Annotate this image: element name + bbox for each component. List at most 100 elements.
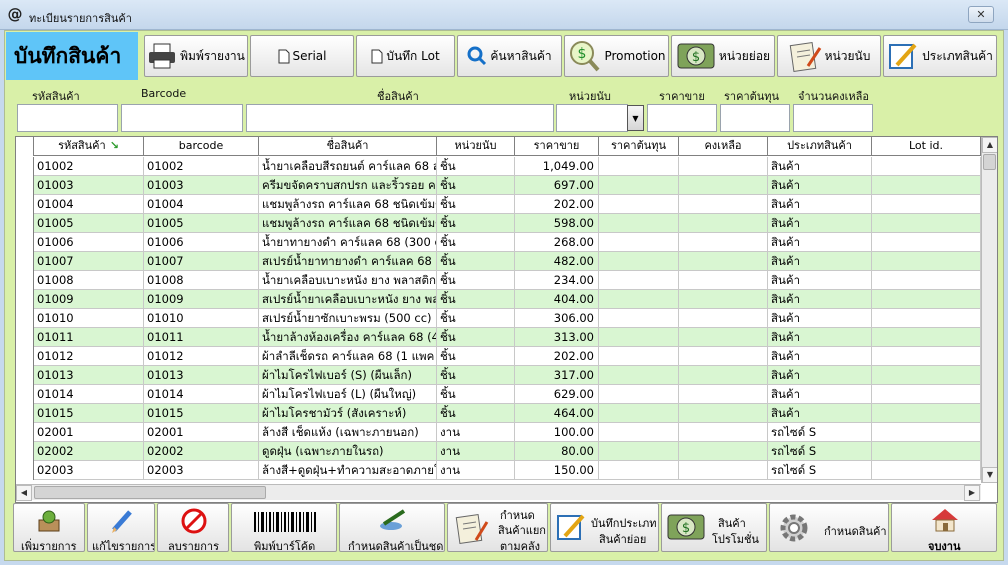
delete-icon bbox=[181, 508, 207, 534]
set-bundle-button[interactable]: กำหนดสินค้าเป็นชุด bbox=[339, 503, 445, 552]
row-selector[interactable] bbox=[16, 309, 34, 328]
table-row[interactable]: 01006 01006 น้ำยาทายางดำ คาร์แลค 68 (300 c… bbox=[16, 233, 981, 252]
row-selector[interactable] bbox=[16, 290, 34, 309]
edit-item-button[interactable]: แก้ไขรายการ bbox=[87, 503, 155, 552]
table-cell: ผ้าลำลีเช็ดรถ คาร์แลค 68 (1 แพค 6 ผื bbox=[259, 347, 437, 366]
row-selector[interactable] bbox=[16, 347, 34, 366]
table-cell: 234.00 bbox=[515, 271, 599, 290]
vertical-scrollbar[interactable]: ▲ ▼ bbox=[981, 137, 997, 483]
product-code-input[interactable] bbox=[17, 104, 118, 132]
table-row[interactable]: 01004 01004 แชมพูล้างรถ คาร์แลค 68 ชนิดเข้… bbox=[16, 195, 981, 214]
column-header[interactable]: รหัสสินค้า ↘ bbox=[34, 137, 144, 156]
table-row[interactable]: 01011 01011 น้ำยาล้างห้องเครื่อง คาร์แลค 6… bbox=[16, 328, 981, 347]
barcode-icon bbox=[254, 512, 316, 532]
table-row[interactable]: 02003 02003 ล้างสี+ดูดฝุ่น+ทำความสะอาดภายใ… bbox=[16, 461, 981, 480]
cost-price-input[interactable] bbox=[720, 104, 790, 132]
table-row[interactable]: 01007 01007 สเปรย์น้ำยาทายางดำ คาร์แลค 68 … bbox=[16, 252, 981, 271]
save-lot-button[interactable]: บันทึก Lot bbox=[356, 35, 455, 77]
remaining-qty-input[interactable] bbox=[793, 104, 873, 132]
column-header[interactable]: Lot id. bbox=[872, 137, 981, 156]
sub-unit-button[interactable]: $ หน่วยย่อย bbox=[671, 35, 775, 77]
svg-text:$: $ bbox=[682, 521, 690, 536]
unit-select[interactable] bbox=[556, 104, 628, 132]
scroll-down-icon[interactable]: ▼ bbox=[982, 467, 997, 483]
horizontal-scrollbar[interactable]: ◀ ▶ bbox=[16, 484, 981, 501]
column-header-label: หน่วยนับ bbox=[454, 139, 497, 152]
split-warehouse-button[interactable]: กำหนด สินค้าแยก ตามคลัง bbox=[447, 503, 548, 552]
column-header[interactable]: barcode bbox=[144, 137, 259, 156]
column-header[interactable]: ราคาต้นทุน bbox=[599, 137, 679, 156]
table-cell: สินค้า bbox=[768, 157, 872, 176]
product-type-button[interactable]: ประเภทสินค้า bbox=[883, 35, 997, 77]
table-row[interactable]: 01003 01003 ครีมขจัดคราบสกปรก และริ้วรอย ค… bbox=[16, 176, 981, 195]
serial-button[interactable]: Serial bbox=[250, 35, 354, 77]
table-cell: 01003 bbox=[144, 176, 259, 195]
configure-product-button[interactable]: กำหนดสินค้า bbox=[769, 503, 889, 552]
column-header[interactable]: ชื่อสินค้า bbox=[259, 137, 437, 156]
column-header[interactable]: คงเหลือ bbox=[679, 137, 768, 156]
promo-product-line2: โปรโมชั่น bbox=[712, 533, 759, 546]
print-barcode-button[interactable]: พิมพ์บาร์โค้ด bbox=[231, 503, 337, 552]
row-selector[interactable] bbox=[16, 461, 34, 480]
row-selector[interactable] bbox=[16, 404, 34, 423]
row-selector[interactable] bbox=[16, 252, 34, 271]
search-product-button[interactable]: ค้นหาสินค้า bbox=[457, 35, 562, 77]
table-row[interactable]: 01012 01012 ผ้าลำลีเช็ดรถ คาร์แลค 68 (1 แพ… bbox=[16, 347, 981, 366]
configure-product-label: กำหนดสินค้า bbox=[824, 525, 887, 538]
table-row[interactable]: 01009 01009 สเปรย์น้ำยาเคลือบเบาะหนัง ยาง … bbox=[16, 290, 981, 309]
column-header[interactable]: ราคาขาย bbox=[515, 137, 599, 156]
table-row[interactable]: 01002 01002 น้ำยาเคลือบสีรถยนต์ คาร์แลค 68… bbox=[16, 157, 981, 176]
count-unit-button[interactable]: หน่วยนับ bbox=[777, 35, 881, 77]
row-selector[interactable] bbox=[16, 176, 34, 195]
column-header-label: ประเภทสินค้า bbox=[787, 139, 852, 152]
promotion-button[interactable]: $ Promotion bbox=[564, 35, 669, 77]
finish-button[interactable]: จบงาน bbox=[891, 503, 997, 552]
row-selector[interactable] bbox=[16, 366, 34, 385]
home-icon bbox=[932, 509, 958, 532]
row-selector[interactable] bbox=[16, 328, 34, 347]
product-name-input[interactable] bbox=[246, 104, 554, 132]
row-selector[interactable] bbox=[16, 271, 34, 290]
table-cell bbox=[679, 271, 768, 290]
close-window-button[interactable]: ✕ bbox=[968, 6, 994, 23]
horizontal-scroll-thumb[interactable] bbox=[34, 486, 266, 499]
barcode-input[interactable] bbox=[121, 104, 243, 132]
scroll-right-icon[interactable]: ▶ bbox=[964, 485, 980, 501]
table-row[interactable]: 01014 01014 ผ้าไมโครไฟเบอร์ (L) (ผืนใหญ่) ช… bbox=[16, 385, 981, 404]
table-cell: 02001 bbox=[144, 423, 259, 442]
table-cell bbox=[872, 347, 981, 366]
delete-item-button[interactable]: ลบรายการ bbox=[157, 503, 229, 552]
table-row[interactable]: 02001 02001 ล้างสี เช็ดแห้ง (เฉพาะภายนอก) ง… bbox=[16, 423, 981, 442]
row-selector[interactable] bbox=[16, 385, 34, 404]
scroll-left-icon[interactable]: ◀ bbox=[16, 485, 32, 501]
row-selector[interactable] bbox=[16, 195, 34, 214]
sell-price-input[interactable] bbox=[647, 104, 717, 132]
table-cell: สินค้า bbox=[768, 366, 872, 385]
unit-dropdown-button[interactable]: ▼ bbox=[627, 105, 644, 131]
column-header[interactable]: ประเภทสินค้า bbox=[768, 137, 872, 156]
table-cell: สินค้า bbox=[768, 328, 872, 347]
column-header[interactable]: หน่วยนับ bbox=[437, 137, 515, 156]
scroll-up-icon[interactable]: ▲ bbox=[982, 137, 997, 153]
table-row[interactable]: 02002 02002 ดูดฝุ่น (เฉพาะภายในรถ) งาน 80.00… bbox=[16, 442, 981, 461]
table-cell bbox=[679, 214, 768, 233]
row-selector[interactable] bbox=[16, 157, 34, 176]
table-cell bbox=[599, 347, 679, 366]
table-row[interactable]: 01005 01005 แชมพูล้างรถ คาร์แลค 68 ชนิดเข้… bbox=[16, 214, 981, 233]
table-row[interactable]: 01013 01013 ผ้าไมโครไฟเบอร์ (S) (ผืนเล็ก) ช… bbox=[16, 366, 981, 385]
row-selector[interactable] bbox=[16, 214, 34, 233]
print-report-button[interactable]: พิมพ์รายงาน bbox=[144, 35, 248, 77]
promo-product-button[interactable]: $ สินค้า โปรโมชั่น bbox=[661, 503, 767, 552]
table-row[interactable]: 01010 01010 สเปรย์น้ำยาซักเบาะพรม (500 cc)… bbox=[16, 309, 981, 328]
save-subtype-button[interactable]: บันทึกประเภท สินค้าย่อย bbox=[550, 503, 659, 552]
row-selector[interactable] bbox=[16, 423, 34, 442]
table-cell: 464.00 bbox=[515, 404, 599, 423]
table-row[interactable]: 01008 01008 น้ำยาเคลือบเบาะหนัง ยาง พลาสติ… bbox=[16, 271, 981, 290]
table-row[interactable]: 01015 01015 ผ้าไมโครชามัวร์ (สังเคราะห์) ชิ… bbox=[16, 404, 981, 423]
row-selector[interactable] bbox=[16, 442, 34, 461]
table-cell: ชิ้น bbox=[437, 233, 515, 252]
table-cell: งาน bbox=[437, 461, 515, 480]
vertical-scroll-thumb[interactable] bbox=[983, 154, 996, 170]
row-selector[interactable] bbox=[16, 233, 34, 252]
add-item-button[interactable]: เพิ่มรายการ bbox=[13, 503, 85, 552]
